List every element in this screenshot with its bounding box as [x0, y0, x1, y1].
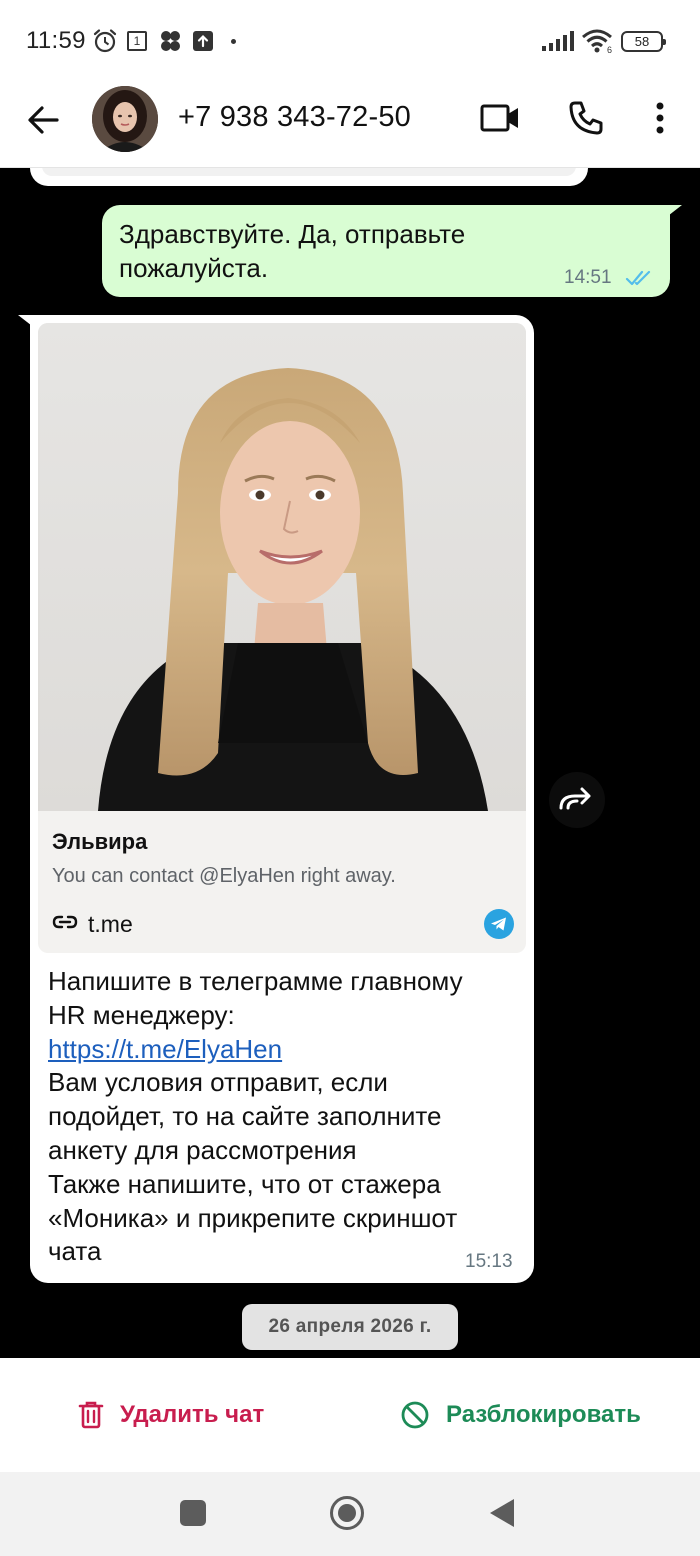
forward-icon [559, 787, 591, 810]
more-vert-icon[interactable] [648, 98, 672, 138]
phone-icon[interactable] [566, 98, 606, 138]
trash-icon [78, 1401, 104, 1429]
link-icon [52, 915, 78, 929]
message-line: анкету для рассмотрения [48, 1134, 357, 1165]
block-icon [401, 1401, 429, 1429]
unblock-button[interactable]: Разблокировать [400, 1398, 641, 1432]
upload-icon [193, 31, 213, 51]
link-preview-image [38, 323, 526, 811]
system-navigation-bar [0, 1472, 700, 1556]
blocked-contact-actions: Удалить чат Разблокировать [0, 1358, 700, 1472]
calendar-day: 1 [133, 34, 141, 48]
battery-level: 58 [634, 34, 650, 49]
video-call-icon[interactable] [478, 98, 522, 138]
status-time: 11:59 [26, 27, 86, 54]
status-bar: 11:59 1 6 58 [0, 0, 700, 84]
outgoing-message[interactable]: Здравствуйте. Да, отправьте пожалуйста. … [102, 205, 670, 297]
message-line: Вам условия отправит, если [48, 1067, 388, 1098]
message-line: HR менеджеру: [48, 999, 235, 1030]
calendar-icon: 1 [127, 31, 147, 51]
incoming-message[interactable]: Эльвира You can contact @ElyaHen right a… [30, 315, 534, 1283]
incoming-message-text: Напишите в телеграмме главному HR менедж… [48, 965, 518, 1269]
home-button[interactable] [329, 1495, 365, 1531]
forward-button[interactable] [549, 772, 605, 828]
previous-message-preview [42, 168, 576, 176]
back-arrow-icon[interactable] [24, 100, 64, 140]
link-preview-domain: t.me [88, 911, 133, 937]
link-preview-card[interactable]: Эльвира You can contact @ElyaHen right a… [38, 323, 526, 953]
recent-apps-button[interactable] [180, 1500, 206, 1526]
message-line: Также напишите, что от стажера [48, 1168, 441, 1199]
message-line: «Моника» и прикрепите скриншот [48, 1202, 458, 1233]
more-notifications-dot [231, 39, 236, 44]
chat-header: +7 938 343-72-50 [0, 84, 700, 168]
delete-chat-button[interactable]: Удалить чат [78, 1398, 264, 1432]
signal-icon [542, 31, 574, 51]
app-notification-icon [161, 31, 180, 51]
message-line: чата [48, 1236, 102, 1267]
link-preview-title: Эльвира [52, 829, 148, 854]
incoming-message-time: 15:13 [465, 1251, 513, 1272]
outgoing-message-text: Здравствуйте. Да, отправьте пожалуйста. [119, 219, 466, 283]
previous-message-bubble[interactable] [30, 168, 588, 186]
battery-icon: 58 [621, 31, 666, 52]
chat-messages[interactable]: Здравствуйте. Да, отправьте пожалуйста. … [0, 168, 700, 1358]
wifi-icon: 6 [582, 29, 612, 54]
contact-avatar[interactable] [92, 86, 158, 152]
message-line: Напишите в телеграмме главному [48, 966, 463, 996]
date-separator: 26 апреля 2026 г. [242, 1304, 458, 1350]
delete-chat-label: Удалить чат [120, 1401, 265, 1428]
telegram-icon [484, 909, 514, 939]
outgoing-message-time: 14:51 [564, 267, 612, 288]
telegram-link[interactable]: https://t.me/ElyaHen [48, 1033, 518, 1067]
system-back-button[interactable] [488, 1497, 516, 1529]
link-preview-description: You can contact @ElyaHen right away. [52, 865, 396, 887]
message-line: подойдет, то на сайте заполните [48, 1101, 442, 1132]
alarm-icon [93, 29, 117, 53]
contact-name[interactable]: +7 938 343-72-50 [178, 101, 411, 134]
unblock-label: Разблокировать [446, 1401, 641, 1428]
svg-text:6: 6 [607, 45, 612, 54]
read-ticks-icon [625, 270, 651, 286]
